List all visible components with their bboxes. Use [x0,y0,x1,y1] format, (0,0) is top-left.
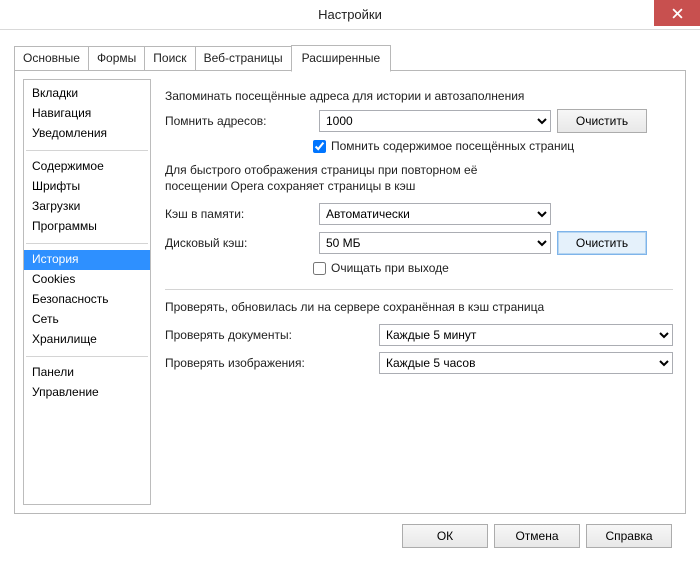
sidebar-divider [26,243,148,244]
check-intro: Проверять, обновилась ли на сервере сохр… [165,300,673,314]
sidebar-item-notifications[interactable]: Уведомления [24,124,150,144]
clear-history-button[interactable]: Очистить [557,109,647,133]
tab-general[interactable]: Основные [14,46,89,71]
ok-button[interactable]: ОК [402,524,488,548]
sidebar-item-tabs[interactable]: Вкладки [24,84,150,104]
memory-cache-label: Кэш в памяти: [165,207,313,221]
cancel-button[interactable]: Отмена [494,524,580,548]
horizontal-divider [165,289,673,290]
remember-addresses-select[interactable]: 1000 [319,110,551,132]
remember-intro: Запоминать посещённые адреса для истории… [165,89,673,103]
check-images-select[interactable]: Каждые 5 часов [379,352,673,374]
clear-disk-cache-button[interactable]: Очистить [557,231,647,255]
sidebar-item-cookies[interactable]: Cookies [24,270,150,290]
sidebar-item-network[interactable]: Сеть [24,310,150,330]
disk-cache-label: Дисковый кэш: [165,236,313,250]
memory-cache-select[interactable]: Автоматически [319,203,551,225]
sidebar-item-security[interactable]: Безопасность [24,290,150,310]
sidebar-item-panels[interactable]: Панели [24,363,150,383]
remember-content-label: Помнить содержимое посещённых страниц [331,139,574,153]
advanced-panel: Вкладки Навигация Уведомления Содержимое… [14,70,686,514]
title-bar: Настройки [0,0,700,30]
tab-forms[interactable]: Формы [88,46,145,71]
sidebar-item-content[interactable]: Содержимое [24,157,150,177]
sidebar-item-storage[interactable]: Хранилище [24,330,150,350]
remember-content-checkbox[interactable]: Помнить содержимое посещённых страниц [313,139,574,153]
sidebar-item-fonts[interactable]: Шрифты [24,177,150,197]
sidebar-divider [26,356,148,357]
clear-on-exit-checkbox[interactable]: Очищать при выходе [313,261,449,275]
check-images-label: Проверять изображения: [165,356,373,370]
sidebar-item-downloads[interactable]: Загрузки [24,197,150,217]
window-title: Настройки [318,7,382,22]
close-button[interactable] [654,0,700,26]
tab-search[interactable]: Поиск [144,46,195,71]
sidebar-item-management[interactable]: Управление [24,383,150,403]
clear-on-exit-label: Очищать при выходе [331,261,449,275]
tab-strip: Основные Формы Поиск Веб-страницы Расшир… [14,44,686,71]
cache-intro-1: Для быстрого отображения страницы при по… [165,163,673,177]
close-icon [672,8,683,19]
help-button[interactable]: Справка [586,524,672,548]
sidebar-item-navigation[interactable]: Навигация [24,104,150,124]
cache-intro-2: посещении Opera сохраняет страницы в кэш [165,179,673,193]
dialog-footer: ОК Отмена Справка [14,514,686,548]
main-area: Запоминать посещённые адреса для истории… [151,79,677,505]
remember-addresses-label: Помнить адресов: [165,114,313,128]
check-documents-label: Проверять документы: [165,328,373,342]
sidebar-divider [26,150,148,151]
disk-cache-select[interactable]: 50 МБ [319,232,551,254]
remember-content-check[interactable] [313,140,326,153]
tab-advanced[interactable]: Расширенные [291,45,392,72]
tab-webpages[interactable]: Веб-страницы [195,46,292,71]
clear-on-exit-check[interactable] [313,262,326,275]
sidebar-item-history[interactable]: История [24,250,150,270]
advanced-sidebar: Вкладки Навигация Уведомления Содержимое… [23,79,151,505]
sidebar-item-programs[interactable]: Программы [24,217,150,237]
check-documents-select[interactable]: Каждые 5 минут [379,324,673,346]
